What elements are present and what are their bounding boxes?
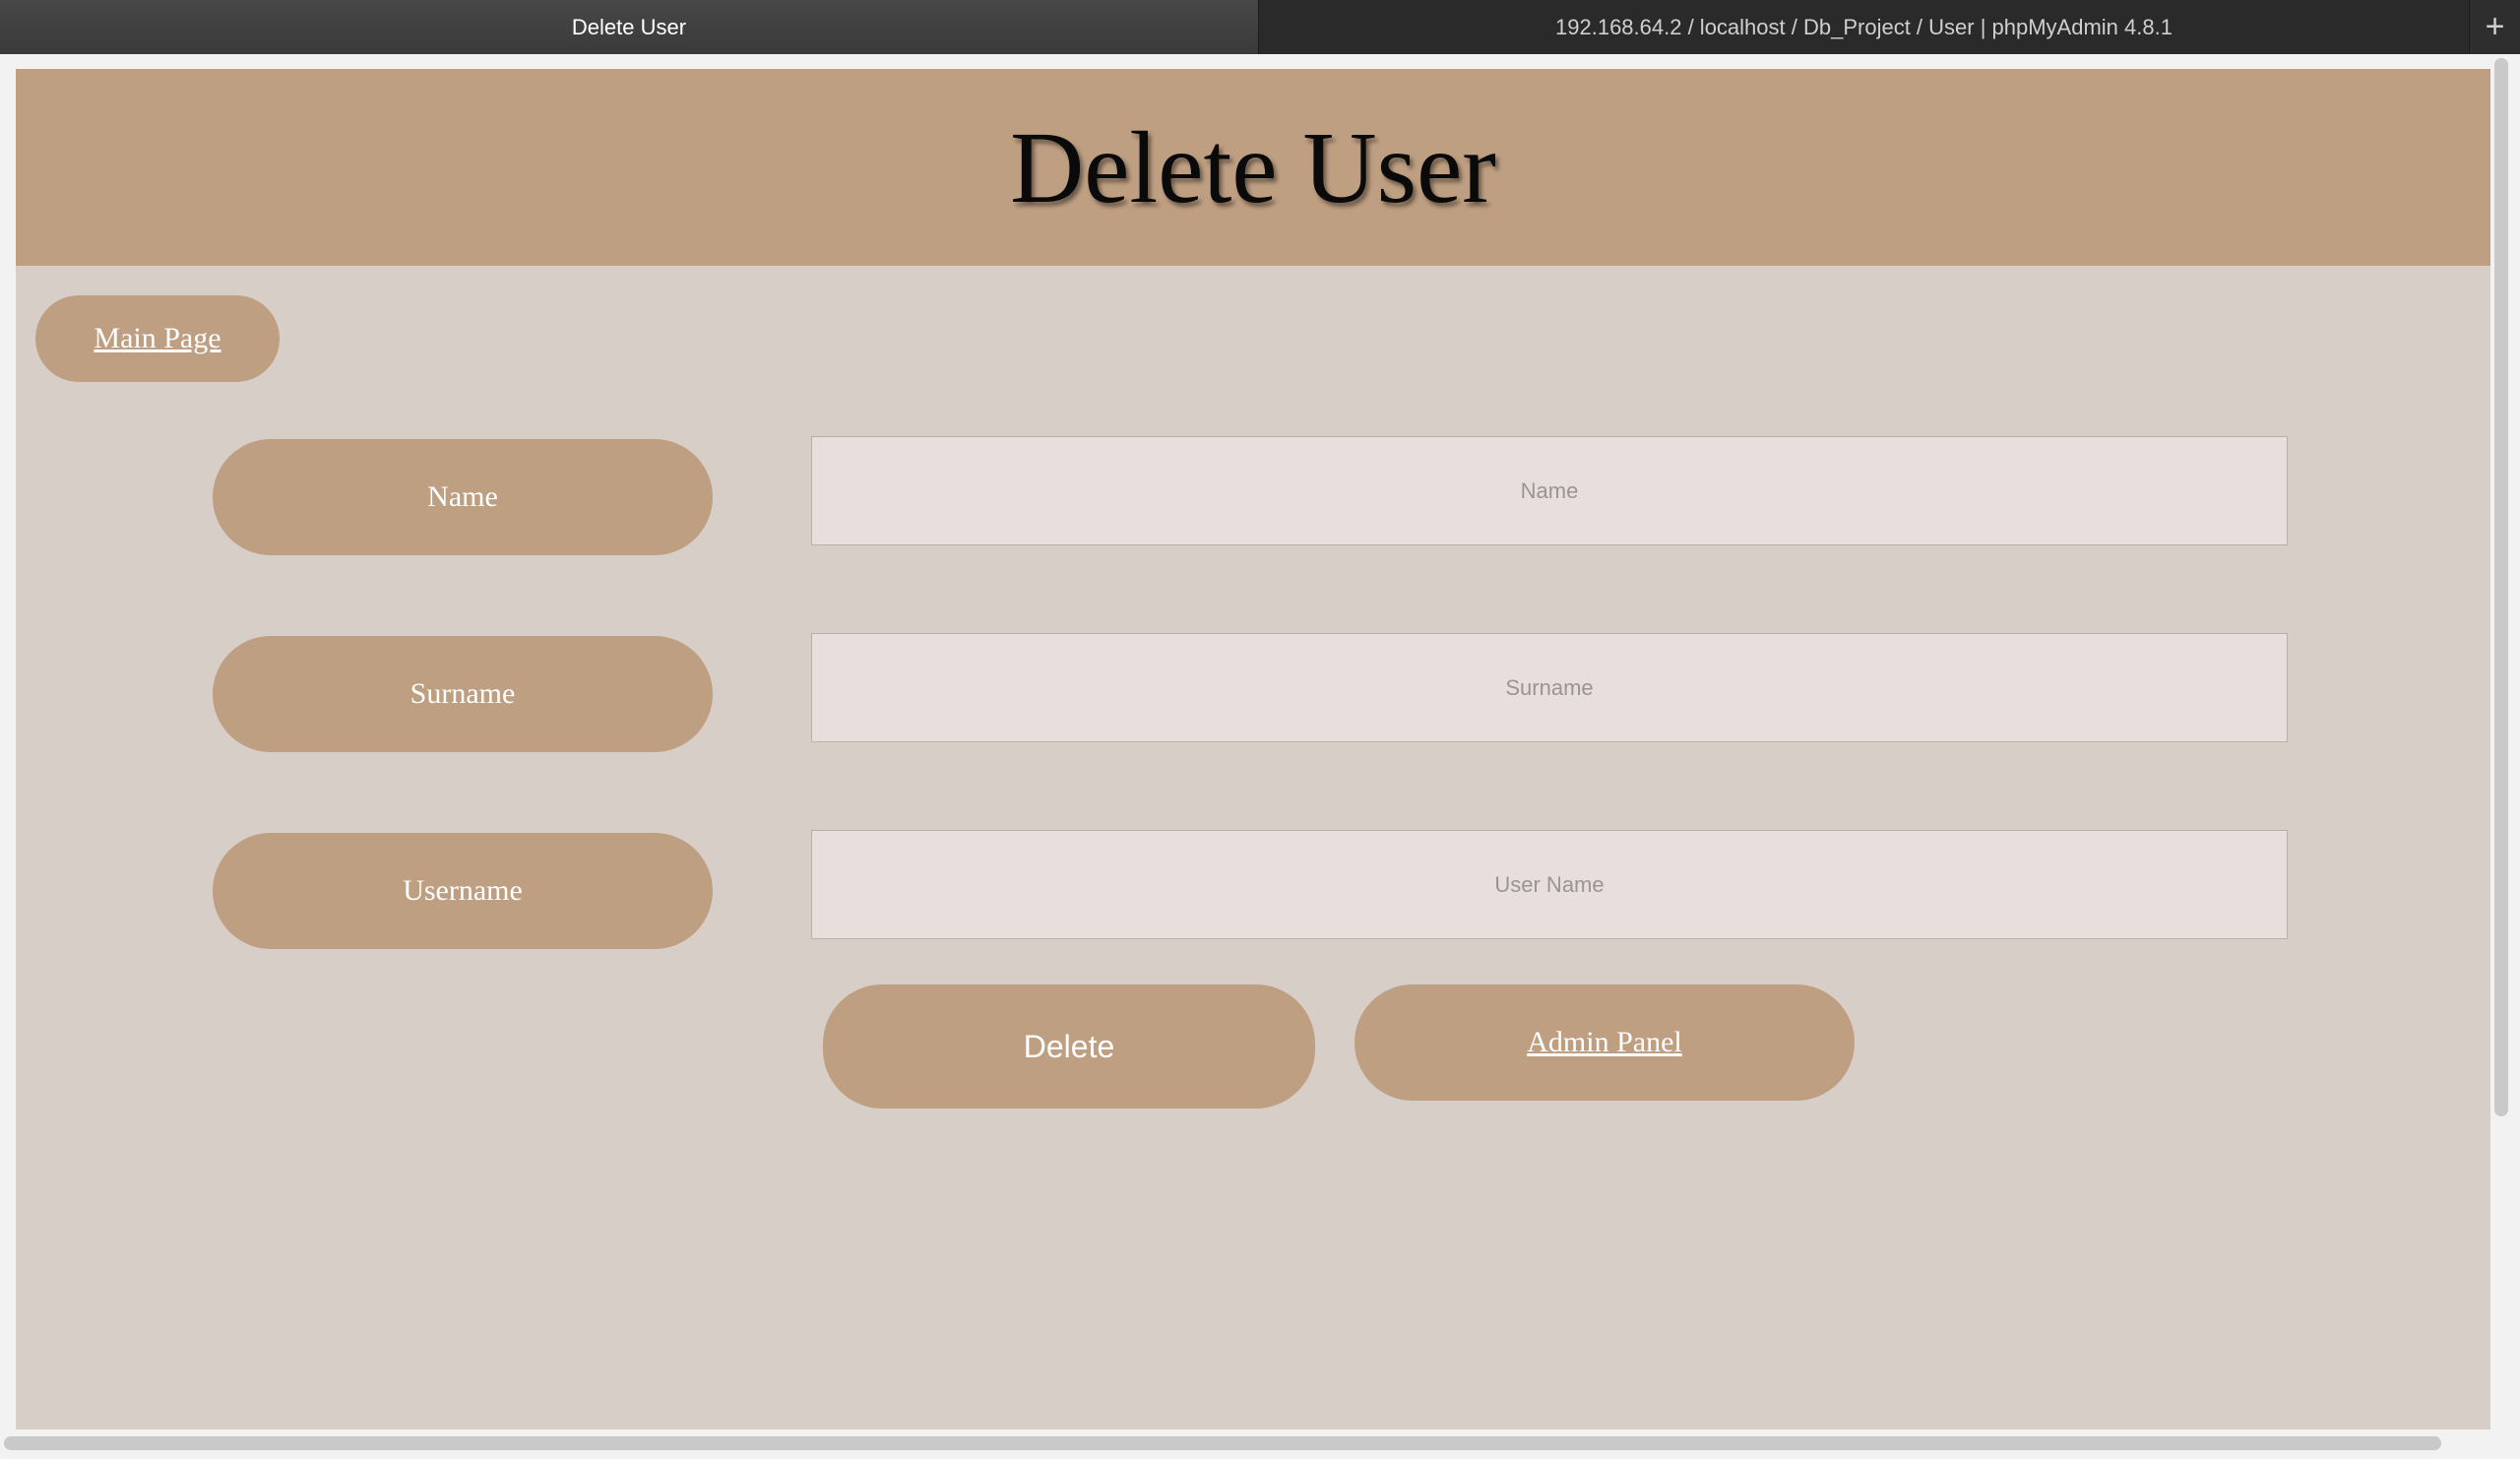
main-page-link[interactable]: Main Page [35,295,280,382]
delete-button-label: Delete [1023,1028,1115,1064]
plus-icon: + [2485,8,2505,45]
name-label: Name [213,439,713,555]
username-input[interactable] [811,830,2288,939]
username-label: Username [213,833,713,949]
main-page-link-label: Main Page [94,322,221,354]
tab-title: 192.168.64.2 / localhost / Db_Project / … [1555,14,2173,39]
delete-button[interactable]: Delete [823,984,1315,1109]
vertical-scrollbar[interactable] [2494,58,2508,1116]
surname-label: Surname [213,636,713,752]
page-header: Delete User [16,69,2490,266]
browser-tab-bar: Delete User 192.168.64.2 / localhost / D… [0,0,2520,54]
surname-label-text: Surname [410,677,516,710]
page-title: Delete User [1010,110,1496,224]
browser-viewport: Delete User Main Page Name Surname Usern… [0,54,2520,1459]
tab-phpmyadmin[interactable]: 192.168.64.2 / localhost / Db_Project / … [1259,0,2470,54]
horizontal-scrollbar[interactable] [4,1436,2441,1450]
admin-panel-link-label: Admin Panel [1527,1026,1682,1058]
admin-panel-link[interactable]: Admin Panel [1354,984,1855,1101]
name-input[interactable] [811,436,2288,545]
tab-title: Delete User [571,14,687,39]
page-body: Delete User Main Page Name Surname Usern… [16,69,2490,1429]
surname-input[interactable] [811,633,2288,742]
new-tab-button[interactable]: + [2470,0,2520,54]
tab-delete-user[interactable]: Delete User [0,0,1259,54]
username-label-text: Username [403,874,523,907]
name-label-text: Name [427,480,498,513]
